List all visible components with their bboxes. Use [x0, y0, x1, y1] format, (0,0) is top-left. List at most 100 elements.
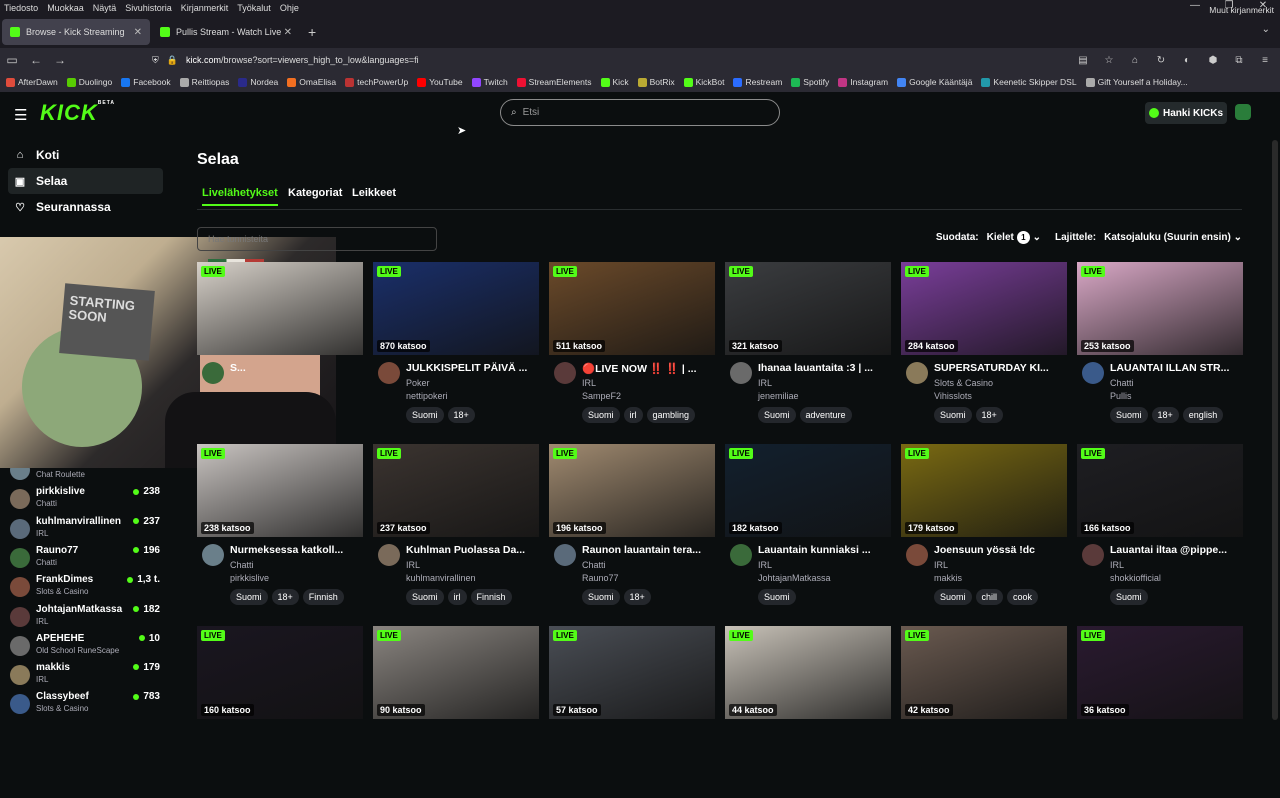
languages-dropdown[interactable]: Kielet 1 ⌄	[987, 231, 1041, 244]
streamer-avatar[interactable]	[554, 544, 576, 566]
stream-card[interactable]: LIVE 511 katsoo 🔴LIVE NOW ‼️ ‼️ | ... IRL Sa…	[549, 262, 715, 434]
extension-icon[interactable]: ⬢	[1204, 51, 1222, 69]
tab-livestreams[interactable]: Livelähetykset	[202, 187, 278, 206]
stream-card[interactable]: LIVE 237 katsoo Kuhlman Puolassa Da... IRL k…	[373, 444, 539, 616]
bookmark-item[interactable]: StreamElements	[516, 77, 592, 87]
menu-item[interactable]: Kirjanmerkit	[181, 3, 229, 13]
streamer-avatar[interactable]	[378, 544, 400, 566]
streamer-name[interactable]: SampeF2	[582, 391, 621, 401]
stream-card[interactable]: LIVE 196 katsoo Raunon lauantain tera... Ch…	[549, 444, 715, 616]
user-avatar[interactable]	[1235, 104, 1251, 120]
tag-chip[interactable]: Suomi	[758, 589, 796, 605]
streamer-name[interactable]: makkis	[934, 573, 962, 583]
stream-card[interactable]: LIVE 90 katsoo	[373, 626, 539, 798]
stream-thumbnail[interactable]: LIVE 36 katsoo	[1077, 626, 1243, 719]
sidebar-channel[interactable]: kuhlmanvirallinen IRL 237	[10, 515, 160, 544]
stream-card[interactable]: LIVE S...	[197, 262, 363, 434]
tag-chip[interactable]: 18+	[447, 407, 475, 423]
bookmark-star-icon[interactable]: ☆	[1100, 51, 1118, 69]
streamer-name[interactable]: nettipokeri	[406, 391, 448, 401]
tag-chip[interactable]: irl	[447, 589, 467, 605]
stream-title[interactable]: Ihanaa lauantaita :3 | ...	[758, 362, 891, 374]
other-bookmarks[interactable]: Muut kirjanmerkit	[1209, 5, 1274, 15]
tag-chip[interactable]: 18+	[271, 589, 299, 605]
tag-chip[interactable]: chill	[975, 589, 1004, 605]
stream-card[interactable]: LIVE 160 katsoo	[197, 626, 363, 798]
streamer-avatar[interactable]	[730, 544, 752, 566]
page-scrollbar[interactable]	[1272, 140, 1278, 720]
minimize-icon[interactable]: —	[1178, 0, 1212, 11]
tag-chip[interactable]: Suomi	[406, 589, 444, 605]
bookmark-item[interactable]: Keenetic Skipper DSL	[981, 77, 1077, 87]
bookmark-item[interactable]: Facebook	[121, 77, 171, 87]
sidebar-item-home[interactable]: ⌂ Koti	[8, 142, 163, 168]
streamer-avatar[interactable]	[1082, 544, 1104, 566]
stream-category[interactable]: Poker	[406, 378, 430, 388]
bookmark-item[interactable]: Reittiopas	[179, 77, 229, 87]
stream-thumbnail[interactable]: LIVE 196 katsoo	[549, 444, 715, 537]
get-kicks-button[interactable]: Hanki KICKs	[1145, 102, 1227, 124]
stream-category[interactable]: Chatti	[230, 560, 254, 570]
stream-title[interactable]: S...	[230, 362, 363, 374]
stream-card[interactable]: LIVE 238 katsoo Nurmeksessa katkoll... Chat…	[197, 444, 363, 616]
home-icon[interactable]: ⌂	[1126, 51, 1144, 69]
stream-category[interactable]: IRL	[582, 378, 596, 388]
sidebar-channel[interactable]: Classybeef Slots & Casino 783	[10, 690, 160, 719]
stream-title[interactable]: LAUANTAI ILLAN STR...	[1110, 362, 1243, 374]
streamer-avatar[interactable]	[906, 362, 928, 384]
bookmark-item[interactable]: KickBot	[683, 77, 724, 87]
stream-category[interactable]: IRL	[1110, 560, 1124, 570]
stream-category[interactable]: Chatti	[1110, 378, 1134, 388]
stream-thumbnail[interactable]: LIVE 160 katsoo	[197, 626, 363, 719]
stream-thumbnail[interactable]: LIVE 284 katsoo	[901, 262, 1067, 355]
tag-chip[interactable]: gambling	[646, 407, 696, 423]
stream-card[interactable]: LIVE 284 katsoo SUPERSATURDAY KI... Slots &…	[901, 262, 1067, 434]
stream-thumbnail[interactable]: LIVE 90 katsoo	[373, 626, 539, 719]
stream-thumbnail[interactable]: LIVE 238 katsoo	[197, 444, 363, 537]
tab-clips[interactable]: Leikkeet	[352, 187, 396, 199]
stream-card[interactable]: LIVE 42 katsoo	[901, 626, 1067, 798]
bookmark-item[interactable]: Spotify	[791, 77, 829, 87]
stream-title[interactable]: Joensuun yössä !dc	[934, 544, 1067, 556]
stream-category[interactable]: IRL	[758, 378, 772, 388]
bookmark-item[interactable]: Gift Yourself a Holiday...	[1085, 77, 1188, 87]
stream-thumbnail[interactable]: LIVE 42 katsoo	[901, 626, 1067, 719]
streamer-name[interactable]: Pullis	[1110, 391, 1132, 401]
forward-icon[interactable]: →	[48, 53, 72, 67]
browser-tab-pullis[interactable]: Pullis Stream - Watch Live on Kick ✕	[152, 19, 300, 45]
stream-category[interactable]: IRL	[758, 560, 772, 570]
tag-chip[interactable]: Suomi	[934, 407, 972, 423]
bookmark-item[interactable]: YouTube	[417, 77, 463, 87]
tag-search-input[interactable]: Hae tunnisteita	[197, 227, 437, 251]
tag-chip[interactable]: Suomi	[1110, 589, 1148, 605]
stream-thumbnail[interactable]: LIVE 321 katsoo	[725, 262, 891, 355]
tag-chip[interactable]: 18+	[623, 589, 651, 605]
menu-item[interactable]: Ohje	[280, 3, 299, 13]
stream-category[interactable]: Chatti	[582, 560, 606, 570]
tab-categories[interactable]: Kategoriat	[288, 187, 342, 199]
browser-tab-browse[interactable]: Browse - Kick Streaming ✕	[2, 19, 150, 45]
stream-card[interactable]: LIVE 36 katsoo	[1077, 626, 1243, 798]
stream-card[interactable]: LIVE 870 katsoo JULKKISPELIT PÄIVÄ ... Poke…	[373, 262, 539, 434]
bookmark-item[interactable]: Google Kääntäjä	[897, 77, 972, 87]
reload-icon[interactable]: ↻	[1152, 51, 1170, 69]
tag-chip[interactable]: cook	[1007, 589, 1039, 605]
streamer-name[interactable]: shokkiofficial	[1110, 573, 1161, 583]
stream-title[interactable]: Lauantai iltaa @pippe...	[1110, 544, 1243, 556]
streamer-name[interactable]: Rauno77	[582, 573, 619, 583]
stream-thumbnail[interactable]: LIVE	[197, 262, 363, 355]
bookmark-item[interactable]: Duolingo	[66, 77, 112, 87]
stream-title[interactable]: Nurmeksessa katkoll...	[230, 544, 363, 556]
tag-chip[interactable]: irl	[623, 407, 643, 423]
sidebar-channel[interactable]: Rauno77 Chatti 196	[10, 544, 160, 573]
account-icon[interactable]: ◐	[1178, 51, 1196, 69]
tab-list-chevron-icon[interactable]: ⌄	[1262, 24, 1270, 35]
streamer-avatar[interactable]	[906, 544, 928, 566]
sidebar-channel[interactable]: JohtajanMatkassa IRL 182	[10, 603, 160, 632]
bookmark-item[interactable]: Nordea	[238, 77, 278, 87]
stream-category[interactable]: IRL	[406, 560, 420, 570]
streamer-avatar[interactable]	[378, 362, 400, 384]
tag-chip[interactable]: 18+	[975, 407, 1003, 423]
stream-card[interactable]: LIVE 182 katsoo Lauantain kunniaksi ... IRL…	[725, 444, 891, 616]
tag-chip[interactable]: Suomi	[934, 589, 972, 605]
